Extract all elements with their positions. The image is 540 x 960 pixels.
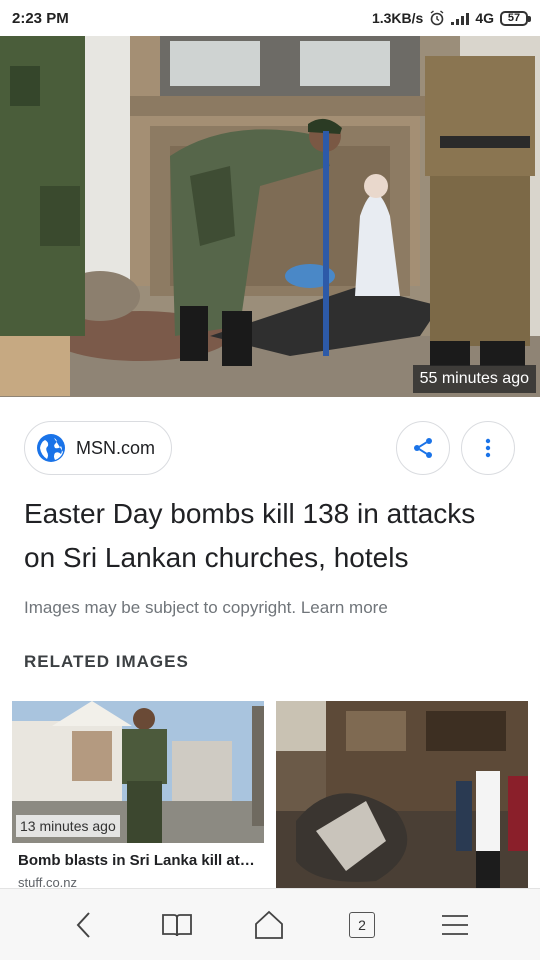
status-bar: 2:23 PM 1.3KB/s 4G 57 bbox=[0, 0, 540, 36]
battery-level: 57 bbox=[507, 12, 521, 24]
related-photo bbox=[276, 701, 528, 891]
home-icon bbox=[255, 910, 283, 939]
globe-icon bbox=[37, 434, 65, 462]
more-options-button[interactable] bbox=[461, 421, 515, 475]
hero-photo bbox=[0, 36, 540, 397]
more-vert-icon bbox=[485, 438, 491, 458]
bookmarks-icon bbox=[162, 914, 192, 937]
share-button[interactable] bbox=[396, 421, 450, 475]
alarm-icon bbox=[430, 10, 444, 26]
copyright-note[interactable]: Images may be subject to copyright. Lear… bbox=[24, 598, 388, 618]
menu-button[interactable] bbox=[433, 903, 477, 947]
bookmarks-button[interactable] bbox=[155, 903, 199, 947]
back-button[interactable] bbox=[62, 903, 106, 947]
related-card[interactable] bbox=[276, 701, 528, 891]
status-time: 2:23 PM bbox=[12, 9, 69, 27]
related-time-badge: 13 minutes ago bbox=[16, 815, 120, 837]
share-icon bbox=[414, 438, 432, 458]
bottom-navigation: 2 bbox=[0, 888, 540, 960]
network-speed: 1.3KB/s bbox=[371, 10, 424, 26]
hero-image[interactable]: 55 minutes ago bbox=[0, 36, 540, 397]
source-chip[interactable]: MSN.com bbox=[24, 421, 172, 475]
tabs-icon: 2 bbox=[349, 912, 375, 938]
hero-time-badge: 55 minutes ago bbox=[412, 365, 536, 393]
home-button[interactable] bbox=[247, 903, 291, 947]
related-card[interactable]: 13 minutes ago Bomb blasts in Sri Lanka … bbox=[12, 701, 264, 891]
related-thumbnail bbox=[276, 701, 528, 891]
status-indicators: 1.3KB/s 4G 57 bbox=[371, 10, 531, 26]
network-type: 4G bbox=[475, 10, 494, 26]
tabs-button[interactable]: 2 bbox=[340, 903, 384, 947]
signal-icon bbox=[451, 11, 470, 25]
related-title: Bomb blasts in Sri Lanka kill at least 1… bbox=[18, 852, 258, 869]
battery-icon: 57 bbox=[500, 10, 531, 26]
tabs-count: 2 bbox=[358, 917, 366, 933]
article-title[interactable]: Easter Day bombs kill 138 in attacks on … bbox=[24, 492, 504, 580]
menu-icon bbox=[442, 915, 468, 935]
related-images-heading: RELATED IMAGES bbox=[24, 652, 189, 671]
related-thumbnail: 13 minutes ago bbox=[12, 701, 264, 843]
back-icon bbox=[76, 912, 90, 938]
source-name: MSN.com bbox=[76, 437, 156, 458]
